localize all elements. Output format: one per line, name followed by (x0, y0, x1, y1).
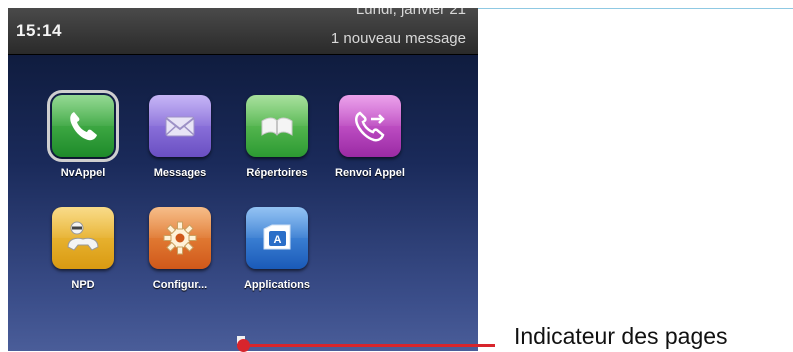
new-message-notice[interactable]: 1 nouveau message (331, 30, 466, 47)
npd-tile[interactable] (52, 207, 114, 269)
app-nvappel[interactable]: NvAppel (33, 90, 133, 179)
nvappel-tile[interactable] (47, 90, 119, 162)
configuration-tile[interactable] (149, 207, 211, 269)
status-bar: 15:14 Lundi, janvier 21 1 nouveau messag… (8, 8, 478, 55)
callout-line (245, 344, 495, 347)
callout-label: Indicateur des pages (514, 323, 728, 349)
svg-text:A: A (274, 234, 282, 246)
app-label: Configur... (152, 279, 208, 291)
app-label: NPD (71, 279, 95, 291)
gear-icon (163, 221, 197, 255)
app-npd[interactable]: NPD (33, 207, 133, 291)
applications-icon: A (263, 224, 291, 250)
book-icon (261, 117, 293, 136)
date-text: Lundi, janvier 21 (355, 8, 466, 18)
app-configuration[interactable]: Configur... (130, 207, 230, 291)
app-label: NvAppel (60, 167, 106, 179)
renvoi-appel-tile[interactable] (339, 95, 401, 157)
call-forward-icon (355, 111, 385, 142)
do-not-disturb-icon (67, 221, 99, 251)
phone-screen: 15:14 Lundi, janvier 21 1 nouveau messag… (8, 8, 478, 351)
app-applications[interactable]: A Applications (227, 207, 327, 291)
app-label: Applications (243, 279, 310, 291)
app-renvoi-appel[interactable]: Renvoi Appel (320, 95, 420, 179)
top-divider (478, 8, 793, 9)
phone-icon (70, 112, 97, 141)
app-messages[interactable]: Messages (130, 95, 230, 179)
envelope-icon (165, 116, 195, 137)
app-label: Messages (153, 167, 207, 179)
clock: 15:14 (16, 21, 62, 40)
applications-tile[interactable]: A (246, 207, 308, 269)
repertoires-tile[interactable] (246, 95, 308, 157)
app-repertoires[interactable]: Répertoires (227, 95, 327, 179)
app-label: Renvoi Appel (335, 167, 405, 179)
app-label: Répertoires (246, 167, 308, 179)
messages-tile[interactable] (149, 95, 211, 157)
